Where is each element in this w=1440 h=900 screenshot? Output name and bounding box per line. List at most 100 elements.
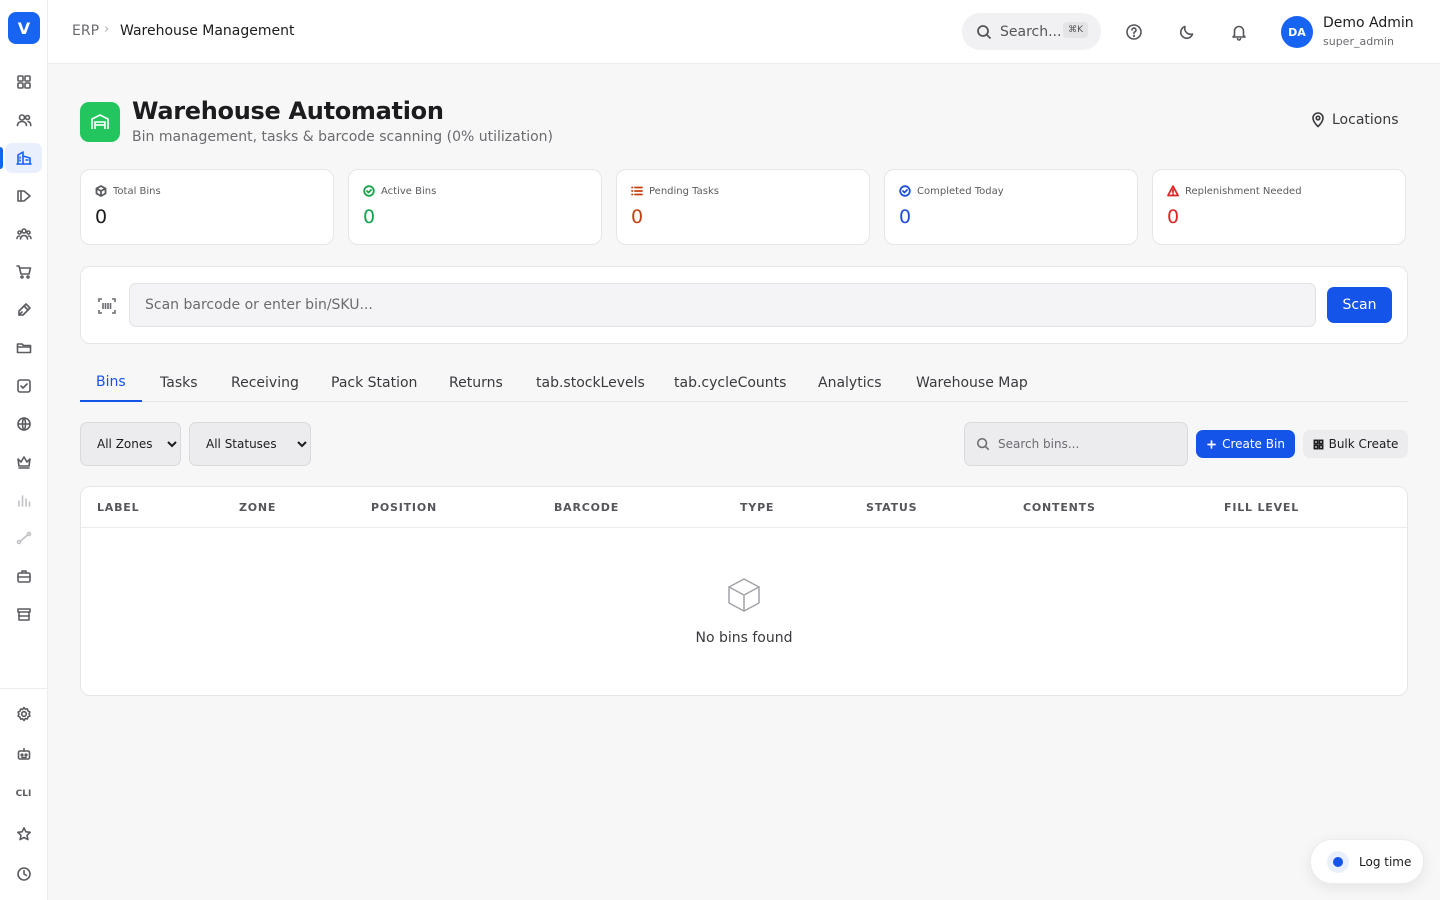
stat-card-replenishment-needed: Replenishment Needed 0 xyxy=(1152,169,1406,245)
sidebar-item-team[interactable] xyxy=(5,219,42,249)
search-icon xyxy=(977,24,992,39)
sidebar: V CLI xyxy=(0,0,48,900)
list-icon xyxy=(631,186,643,196)
checkbox-icon xyxy=(16,379,31,393)
sidebar-item-files[interactable] xyxy=(5,333,42,363)
bins-table: LABEL ZONE POSITION BARCODE TYPE STATUS … xyxy=(80,486,1408,696)
tab-cycle-counts[interactable]: tab.cycleCounts xyxy=(674,364,786,402)
sidebar-item-users[interactable] xyxy=(5,105,42,135)
star-icon xyxy=(16,827,31,841)
sidebar-item-design[interactable] xyxy=(5,295,42,325)
robot-icon xyxy=(17,747,30,760)
user-role: super_admin xyxy=(1323,35,1394,48)
check-circle-icon xyxy=(363,185,375,197)
status-filter-select[interactable]: All Statuses xyxy=(189,422,311,466)
sidebar-item-jobs[interactable] xyxy=(5,561,42,591)
bin-search[interactable] xyxy=(964,422,1188,466)
search-icon xyxy=(976,437,990,451)
tab-analytics[interactable]: Analytics xyxy=(818,364,882,402)
team-icon xyxy=(15,228,32,240)
moon-icon xyxy=(1179,25,1194,40)
column-header-status[interactable]: STATUS xyxy=(866,501,917,514)
column-header-position[interactable]: POSITION xyxy=(371,501,437,514)
sidebar-item-campaigns[interactable] xyxy=(5,181,42,211)
theme-toggle-button[interactable] xyxy=(1175,20,1199,44)
warehouse-page-icon xyxy=(80,102,120,142)
zone-filter-select[interactable]: All Zones xyxy=(80,422,181,466)
top-bar: ERP › Warehouse Management Search... ⌘K … xyxy=(48,0,1440,64)
sidebar-item-premium[interactable] xyxy=(5,447,42,477)
stat-label: Active Bins xyxy=(381,185,437,197)
stat-value: 0 xyxy=(631,206,644,228)
cli-label: CLI xyxy=(15,789,32,799)
user-avatar[interactable]: DA xyxy=(1281,16,1313,48)
column-header-barcode[interactable]: BARCODE xyxy=(554,501,619,514)
stat-label: Total Bins xyxy=(113,185,161,197)
tab-returns[interactable]: Returns xyxy=(449,364,503,402)
bar-chart-icon xyxy=(17,495,30,507)
tab-stock-levels[interactable]: tab.stockLevels xyxy=(536,364,645,402)
search-shortcut: ⌘K xyxy=(1063,22,1088,38)
tab-tasks[interactable]: Tasks xyxy=(160,364,198,402)
empty-box-icon xyxy=(725,576,763,614)
notifications-button[interactable] xyxy=(1227,20,1251,44)
column-header-fill-level[interactable]: FILL LEVEL xyxy=(1224,501,1299,514)
sidebar-item-history[interactable] xyxy=(5,859,42,889)
folder-icon xyxy=(16,343,31,354)
app-logo[interactable]: V xyxy=(8,12,40,44)
bulk-create-button[interactable]: Bulk Create xyxy=(1303,430,1408,458)
log-time-button[interactable]: Log time xyxy=(1310,839,1424,884)
box-icon xyxy=(95,185,107,197)
sidebar-item-favorites[interactable] xyxy=(5,819,42,849)
barcode-scan-icon xyxy=(97,296,117,316)
tab-receiving[interactable]: Receiving xyxy=(231,364,299,402)
stat-card-pending-tasks: Pending Tasks 0 xyxy=(616,169,870,245)
sidebar-item-dashboard[interactable] xyxy=(5,67,42,97)
stat-label: Completed Today xyxy=(917,185,1004,197)
sidebar-item-reports[interactable] xyxy=(5,485,42,515)
globe-icon xyxy=(16,417,31,431)
sidebar-item-tasks[interactable] xyxy=(5,371,42,401)
sidebar-item-cli[interactable]: CLI xyxy=(5,779,42,809)
warning-icon xyxy=(1167,185,1179,197)
check-circle-icon xyxy=(899,185,911,197)
tab-bins[interactable]: Bins xyxy=(80,364,142,402)
create-bin-button[interactable]: Create Bin xyxy=(1196,430,1295,458)
column-header-zone[interactable]: ZONE xyxy=(239,501,276,514)
help-button[interactable] xyxy=(1122,20,1146,44)
tab-warehouse-map[interactable]: Warehouse Map xyxy=(916,364,1028,402)
pen-icon xyxy=(17,303,31,316)
sidebar-item-ai[interactable] xyxy=(5,739,42,769)
column-header-type[interactable]: TYPE xyxy=(740,501,774,514)
bell-icon xyxy=(1232,25,1246,41)
warehouse-icon xyxy=(15,151,32,165)
global-search[interactable]: Search... ⌘K xyxy=(962,13,1101,50)
campaign-icon xyxy=(16,190,31,202)
stat-value: 0 xyxy=(899,206,912,228)
sidebar-item-settings[interactable] xyxy=(5,699,42,729)
plus-icon xyxy=(1207,439,1216,449)
stat-label-row: Active Bins xyxy=(363,185,436,197)
stat-label-row: Pending Tasks xyxy=(631,185,719,197)
table-header: LABEL ZONE POSITION BARCODE TYPE STATUS … xyxy=(81,487,1407,528)
sidebar-item-warehouse[interactable] xyxy=(5,143,42,173)
column-header-contents[interactable]: CONTENTS xyxy=(1023,501,1096,514)
column-header-label[interactable]: LABEL xyxy=(97,501,139,514)
sidebar-item-store[interactable] xyxy=(5,599,42,629)
locations-label: Locations xyxy=(1332,112,1399,128)
tab-bar: Bins Tasks Receiving Pack Station Return… xyxy=(80,364,1408,402)
tab-pack-station[interactable]: Pack Station xyxy=(331,364,417,402)
clock-icon xyxy=(16,867,31,881)
stat-card-completed-today: Completed Today 0 xyxy=(884,169,1138,245)
sidebar-item-web[interactable] xyxy=(5,409,42,439)
breadcrumb-separator: › xyxy=(104,22,110,37)
breadcrumb-root[interactable]: ERP xyxy=(72,23,99,39)
sidebar-item-workflows[interactable] xyxy=(5,523,42,553)
scan-input[interactable] xyxy=(129,283,1316,327)
sidebar-item-sales[interactable] xyxy=(5,257,42,287)
log-time-label: Log time xyxy=(1359,854,1412,869)
scan-button[interactable]: Scan xyxy=(1327,287,1392,323)
user-name[interactable]: Demo Admin xyxy=(1323,15,1414,31)
bin-search-input[interactable] xyxy=(998,437,1178,451)
locations-button[interactable]: Locations xyxy=(1310,112,1399,128)
